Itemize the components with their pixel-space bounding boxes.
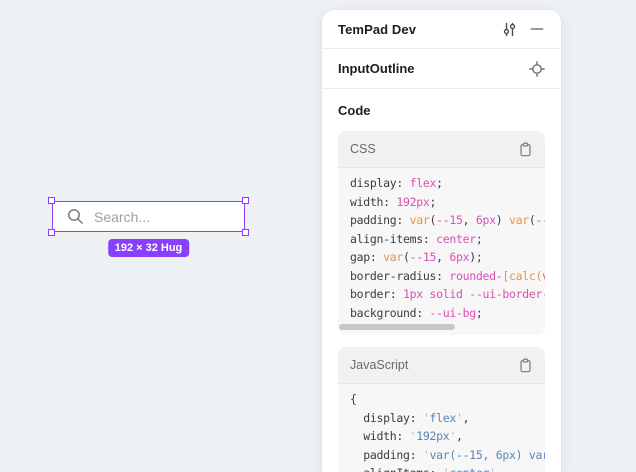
search-icon (66, 207, 85, 226)
code-section-label: Code (338, 103, 545, 118)
clipboard-icon[interactable] (518, 142, 533, 157)
code-section: Code CSS display: flex;width: 192px;padd… (322, 89, 561, 472)
size-badge: 192 × 32 Hug (108, 239, 190, 257)
sliders-icon[interactable] (501, 21, 518, 38)
component-name: InputOutline (338, 61, 415, 76)
css-scrollbar-track (338, 322, 545, 335)
selection-handle-bottom-right[interactable] (242, 229, 249, 236)
panel-header: TemPad Dev (322, 10, 561, 49)
selection-handle-top-left[interactable] (48, 197, 55, 204)
component-row: InputOutline (322, 49, 561, 89)
tempad-dev-panel: TemPad Dev InputOutline (322, 10, 561, 472)
selection-handle-top-right[interactable] (242, 197, 249, 204)
js-code: { display: 'flex', width: '192px', paddi… (338, 384, 545, 472)
css-code-block: CSS display: flex;width: 192px;padding: … (338, 131, 545, 335)
search-placeholder: Search... (94, 209, 150, 225)
js-block-header: JavaScript (338, 347, 545, 384)
minimize-icon[interactable] (529, 21, 545, 37)
locate-icon[interactable] (529, 61, 545, 77)
css-code: display: flex;width: 192px;padding: var(… (338, 168, 545, 322)
clipboard-icon[interactable] (518, 358, 533, 373)
selection-handle-bottom-left[interactable] (48, 229, 55, 236)
js-code-block: JavaScript { display: 'flex', width: '19… (338, 347, 545, 472)
panel-title: TemPad Dev (338, 22, 416, 37)
css-scrollbar-thumb[interactable] (339, 324, 455, 330)
css-block-label: CSS (350, 142, 376, 156)
selected-component[interactable]: Search... 192 × 32 Hug (52, 201, 245, 232)
search-input[interactable]: Search... (52, 201, 245, 232)
js-block-label: JavaScript (350, 358, 408, 372)
css-block-header: CSS (338, 131, 545, 168)
